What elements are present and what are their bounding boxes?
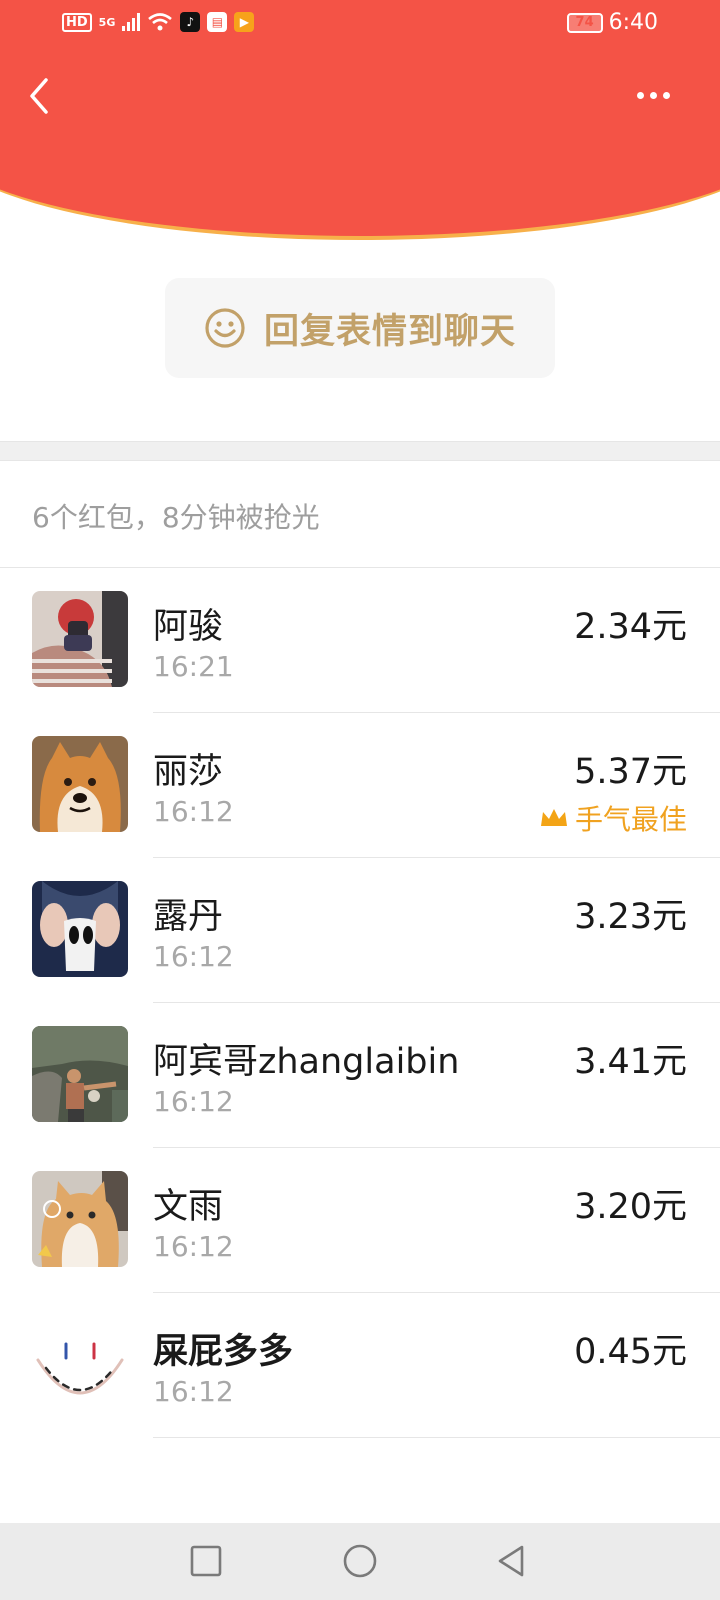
recipient-time: 16:12 xyxy=(153,1085,234,1118)
list-item[interactable]: 文雨 16:12 3.20元 xyxy=(0,1148,720,1293)
section-divider xyxy=(0,441,720,461)
hd-badge: HD xyxy=(62,12,92,32)
best-luck-badge: 手气最佳 xyxy=(539,798,687,838)
recipient-name: 阿骏 xyxy=(153,607,224,647)
triangle-back-icon[interactable] xyxy=(494,1543,530,1579)
square-icon[interactable] xyxy=(188,1543,224,1579)
reply-emoji-label: 回复表情到聊天 xyxy=(263,311,516,352)
crown-icon xyxy=(540,809,567,826)
list-item[interactable]: 阿宾哥zhanglaibin 16:12 3.41元 xyxy=(0,1003,720,1148)
chevron-left-icon[interactable] xyxy=(22,74,62,118)
recipient-amount: 5.37元 xyxy=(574,752,687,792)
list-item[interactable]: 阿骏 16:21 2.34元 xyxy=(0,568,720,713)
circle-icon[interactable] xyxy=(342,1543,378,1579)
play-app-icon: ▶ xyxy=(234,12,255,32)
avatar[interactable] xyxy=(32,1316,128,1412)
status-bar: HD 5G ♪ ▤ ▶ 74 6:40 xyxy=(0,0,720,50)
recipient-name: 露丹 xyxy=(153,897,224,937)
avatar[interactable] xyxy=(32,881,128,977)
battery-icon: 74 xyxy=(566,12,603,33)
status-right: 74 6:40 xyxy=(566,10,658,35)
list-item[interactable]: 屎屁多多 16:12 0.45元 xyxy=(0,1293,720,1438)
smile-icon xyxy=(205,308,245,348)
recipient-time: 16:12 xyxy=(153,1375,234,1408)
best-luck-label: 手气最佳 xyxy=(574,803,687,836)
status-left: HD 5G ♪ ▤ ▶ xyxy=(62,12,255,32)
signal-icon xyxy=(122,13,141,31)
recipient-name: 丽莎 xyxy=(153,752,224,792)
clock: 6:40 xyxy=(608,10,658,35)
more-dots-icon[interactable] xyxy=(628,80,678,110)
recipient-list: 阿骏 16:21 2.34元 丽莎 16:12 5.37元 手气最佳 露丹 16… xyxy=(0,568,720,1438)
avatar[interactable] xyxy=(32,736,128,832)
system-nav-bar xyxy=(0,1523,720,1600)
recipient-name: 屎屁多多 xyxy=(153,1332,294,1372)
recipient-name: 文雨 xyxy=(153,1187,224,1227)
recipient-time: 16:12 xyxy=(153,1230,234,1263)
list-item[interactable]: 露丹 16:12 3.23元 xyxy=(0,858,720,1003)
avatar[interactable] xyxy=(32,1171,128,1267)
divider xyxy=(153,1437,720,1438)
recipient-amount: 3.41元 xyxy=(574,1042,687,1082)
recipient-name: 阿宾哥zhanglaibin xyxy=(153,1042,460,1082)
list-item[interactable]: 丽莎 16:12 5.37元 手气最佳 xyxy=(0,713,720,858)
reply-emoji-button[interactable]: 回复表情到聊天 xyxy=(165,278,555,378)
network-type: 5G xyxy=(98,15,116,29)
recipient-amount: 3.20元 xyxy=(574,1187,687,1227)
red-packet-detail-screen: HD 5G ♪ ▤ ▶ 74 6:40 回复表情到聊天 6个红包，8分钟被抢光 xyxy=(0,0,720,1600)
avatar[interactable] xyxy=(32,1026,128,1122)
wifi-icon xyxy=(148,13,173,31)
recipient-time: 16:12 xyxy=(153,940,234,973)
recipient-amount: 2.34元 xyxy=(574,607,687,647)
avatar[interactable] xyxy=(32,591,128,687)
recipient-time: 16:12 xyxy=(153,795,234,828)
tiktok-app-icon: ♪ xyxy=(180,12,201,32)
book-app-icon: ▤ xyxy=(207,12,228,32)
recipient-amount: 0.45元 xyxy=(574,1332,687,1372)
recipient-amount: 3.23元 xyxy=(574,897,687,937)
packet-summary: 6个红包，8分钟被抢光 xyxy=(32,501,320,534)
recipient-time: 16:21 xyxy=(153,650,234,683)
